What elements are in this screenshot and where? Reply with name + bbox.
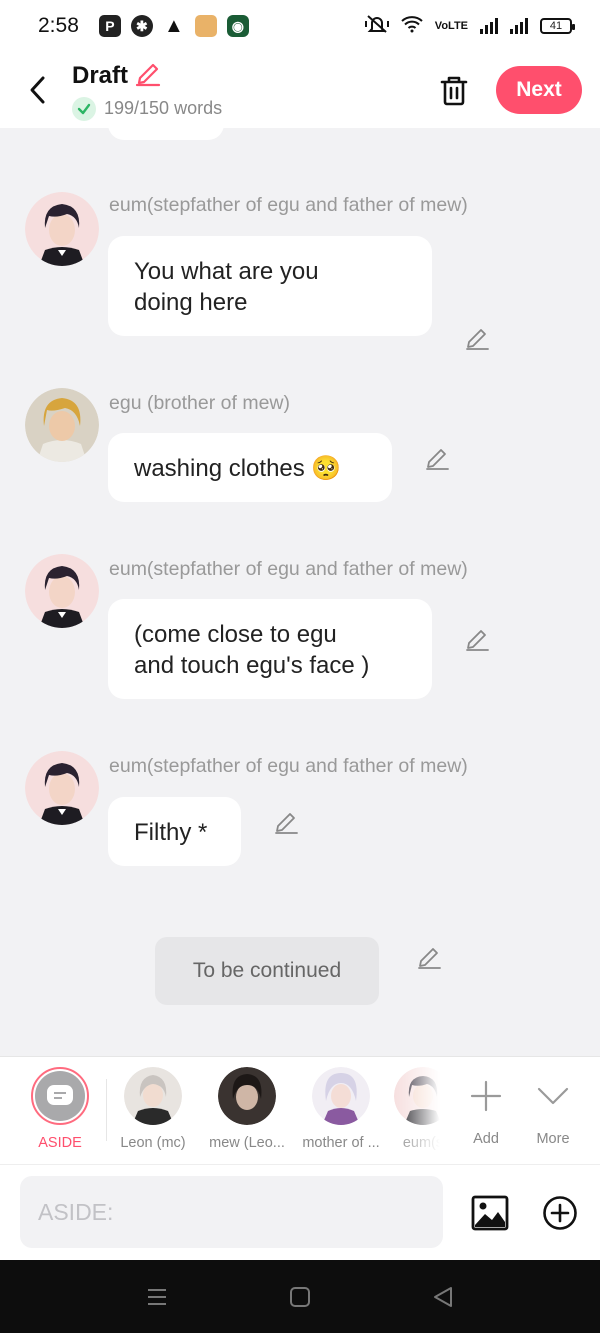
speaker-name: eum(stepfather of egu and father of mew) bbox=[109, 558, 468, 580]
pencil-icon bbox=[466, 329, 489, 350]
notification-badge-icon: ✱ bbox=[130, 15, 153, 37]
edit-message-button[interactable] bbox=[462, 625, 492, 655]
avatar[interactable] bbox=[25, 751, 99, 825]
home-button[interactable] bbox=[287, 1284, 313, 1310]
system-navigation-bar bbox=[0, 1260, 600, 1333]
app-notification-icon: ◉ bbox=[226, 15, 249, 37]
avatar[interactable] bbox=[25, 192, 99, 266]
menu-icon bbox=[148, 1289, 166, 1305]
aside-avatar bbox=[31, 1067, 89, 1125]
insert-image-button[interactable] bbox=[470, 1193, 510, 1233]
editor-header: Draft 199/150 words Next bbox=[0, 52, 600, 128]
signal-icon bbox=[480, 18, 498, 34]
message-text-line: (come close to egu bbox=[134, 621, 337, 648]
scroll-fade bbox=[392, 1057, 452, 1164]
system-icons: VoLTE 41 bbox=[364, 14, 575, 39]
message-text-line: You what are you bbox=[134, 258, 319, 285]
add-content-button[interactable] bbox=[540, 1193, 580, 1233]
pencil-icon bbox=[426, 449, 449, 470]
add-label: Add bbox=[473, 1131, 499, 1147]
chat-area[interactable]: eum(stepfather of egu and father of mew)… bbox=[0, 128, 600, 1056]
character-item[interactable]: Leon (mc) bbox=[110, 1067, 196, 1151]
rename-pencil-icon[interactable] bbox=[134, 60, 162, 93]
word-count: 199/150 words bbox=[104, 98, 223, 118]
to-be-continued-block[interactable]: To be continued bbox=[155, 937, 379, 1005]
character-selector: ASIDE Leon (mc) mew (Leo... mother of ..… bbox=[0, 1056, 600, 1164]
edit-continued-button[interactable] bbox=[414, 943, 444, 973]
more-label: More bbox=[536, 1131, 570, 1147]
character-item[interactable]: mother of ... bbox=[298, 1067, 384, 1151]
pencil-icon bbox=[418, 948, 441, 969]
vibrate-icon bbox=[364, 14, 389, 39]
character-avatar bbox=[218, 1067, 276, 1125]
system-back-button[interactable] bbox=[430, 1284, 456, 1310]
avatar[interactable] bbox=[25, 554, 99, 628]
divider bbox=[106, 1079, 107, 1141]
signal-icon-2 bbox=[510, 18, 528, 34]
aside-input[interactable] bbox=[20, 1176, 443, 1248]
next-button[interactable]: Next bbox=[496, 66, 582, 114]
add-character-button[interactable]: Add bbox=[451, 1067, 521, 1147]
warning-icon: ▲ bbox=[163, 14, 184, 37]
message-bubble[interactable]: washing clothes 🥺 bbox=[108, 433, 392, 502]
edit-message-button[interactable] bbox=[462, 324, 492, 354]
avatar[interactable] bbox=[25, 388, 99, 462]
character-label: mew (Leo... bbox=[209, 1135, 285, 1151]
back-button[interactable] bbox=[24, 70, 50, 110]
character-label: mother of ... bbox=[302, 1135, 380, 1151]
package-icon bbox=[194, 15, 217, 37]
plus-icon bbox=[470, 1080, 502, 1112]
edit-message-button[interactable] bbox=[422, 444, 452, 474]
speaker-name: eum(stepfather of egu and father of mew) bbox=[109, 194, 468, 216]
message-bubble[interactable]: Filthy * bbox=[108, 797, 241, 866]
speaker-name: eum(stepfather of egu and father of mew) bbox=[109, 755, 468, 777]
page-title: Draft bbox=[72, 62, 129, 89]
home-square-icon bbox=[290, 1287, 310, 1307]
pencil-icon bbox=[275, 813, 298, 834]
triangle-back-icon bbox=[434, 1287, 452, 1307]
chevron-down-icon bbox=[537, 1087, 569, 1105]
pencil-icon bbox=[466, 630, 489, 651]
trash-icon bbox=[440, 76, 468, 106]
message-text-line: doing here bbox=[134, 289, 248, 316]
notification-app-icon: P bbox=[98, 15, 121, 37]
recent-apps-button[interactable] bbox=[144, 1284, 170, 1310]
character-aside[interactable]: ASIDE bbox=[17, 1067, 103, 1151]
message-bubble[interactable]: (come close to egu and touch egu's face … bbox=[108, 599, 432, 699]
wifi-icon bbox=[401, 15, 423, 38]
input-bar bbox=[0, 1164, 600, 1260]
character-label: Leon (mc) bbox=[120, 1135, 186, 1151]
message-text-line: and touch egu's face ) bbox=[134, 652, 370, 679]
character-avatar bbox=[312, 1067, 370, 1125]
character-label: ASIDE bbox=[38, 1135, 82, 1151]
status-time: 2:58 bbox=[38, 14, 79, 37]
speaker-name: egu (brother of mew) bbox=[109, 392, 290, 414]
message-text: washing clothes 🥺 bbox=[134, 455, 342, 482]
character-item[interactable]: mew (Leo... bbox=[204, 1067, 290, 1151]
notification-icons: P ✱ ▲ ◉ bbox=[98, 14, 249, 37]
message-bubble[interactable]: You what are you doing here bbox=[108, 236, 432, 336]
chat-bubble-icon bbox=[47, 1085, 73, 1105]
plus-circle-icon bbox=[543, 1196, 577, 1230]
delete-button[interactable] bbox=[438, 74, 470, 106]
edit-message-button[interactable] bbox=[271, 808, 301, 838]
status-bar: 2:58 P ✱ ▲ ◉ VoLTE 41 bbox=[0, 0, 600, 52]
message-text: Filthy * bbox=[134, 819, 208, 846]
volte-icon: VoLTE bbox=[434, 20, 468, 32]
character-avatar bbox=[124, 1067, 182, 1125]
check-icon bbox=[72, 96, 96, 121]
image-icon bbox=[471, 1195, 509, 1231]
battery-icon: 41 bbox=[540, 18, 575, 34]
title-block: Draft 199/150 words bbox=[72, 60, 222, 121]
more-button[interactable]: More bbox=[518, 1067, 588, 1147]
back-arrow-icon bbox=[30, 76, 45, 104]
previous-message-bubble[interactable] bbox=[108, 128, 224, 140]
